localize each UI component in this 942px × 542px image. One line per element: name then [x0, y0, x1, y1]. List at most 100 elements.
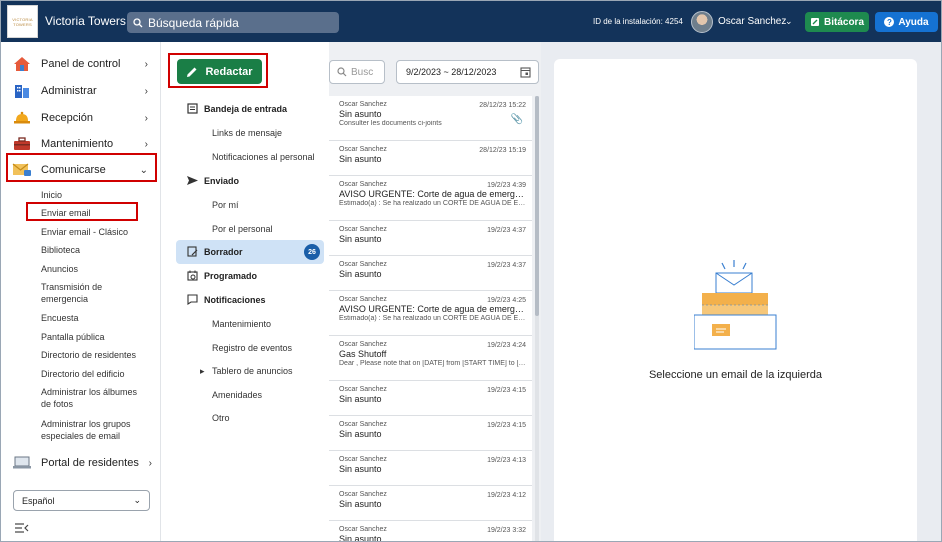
help-button[interactable]: ? Ayuda	[875, 12, 938, 32]
submenu-item-grupos-email[interactable]: Administrar los grupos especiales de ema…	[41, 418, 145, 442]
submenu-item-encuesta[interactable]: Encuesta	[41, 312, 151, 324]
email-subject: AVISO URGENTE: Corte de agua de emergenc…	[339, 304, 527, 314]
folder-notif-mantenimiento[interactable]: Mantenimiento	[212, 319, 271, 329]
search-icon	[133, 17, 143, 27]
folder-draft[interactable]: Borrador	[187, 246, 243, 257]
app-window: VICTORIA TOWERS Victoria Towers Búsqueda…	[0, 0, 942, 542]
chat-bubble-icon	[187, 294, 198, 305]
calendar-icon	[520, 67, 531, 78]
quick-search-input[interactable]: Búsqueda rápida	[127, 12, 339, 33]
date-range-picker[interactable]: 9/2/2023 ~ 28/12/2023	[396, 60, 539, 84]
email-date: 19/2/23 4:13	[487, 457, 526, 464]
email-list-item[interactable]: Oscar Sanchez 19/2/23 4:37 Sin asunto	[329, 256, 532, 291]
help-icon: ?	[884, 17, 895, 27]
submenu-item-biblioteca[interactable]: Biblioteca	[41, 244, 151, 256]
building-logo[interactable]: VICTORIA TOWERS	[7, 5, 38, 38]
building-icon	[11, 81, 33, 101]
folder-por-mi[interactable]: Por mí	[212, 200, 239, 210]
folder-notif-amenidades[interactable]: Amenidades	[212, 390, 262, 400]
sidebar-item-label: Mantenimiento	[41, 138, 114, 150]
language-select[interactable]: Español ⌄	[13, 490, 150, 511]
email-date: 19/2/23 4:37	[487, 227, 526, 234]
email-date: 19/2/23 4:24	[487, 342, 526, 349]
bitacora-label: Bitácora	[823, 16, 864, 28]
submenu-item-directorio-edificio[interactable]: Directorio del edificio	[41, 368, 151, 380]
folder-notif-registro-eventos[interactable]: Registro de eventos	[212, 343, 292, 353]
sidebar-item-administrar[interactable]: Administrar ›	[11, 79, 156, 103]
mail-folders: Redactar	[161, 42, 329, 541]
email-date: 28/12/23 15:22	[479, 102, 526, 109]
sidebar-item-recepcion[interactable]: Recepción ›	[11, 106, 156, 130]
logo-line-2: TOWERS	[13, 21, 32, 27]
submenu-item-transmision[interactable]: Transmisión de emergencia	[41, 281, 121, 305]
highlight-box-compose	[168, 53, 268, 88]
expand-arrow-icon[interactable]: ▸	[200, 366, 205, 377]
email-date: 19/2/23 4:15	[487, 387, 526, 394]
folder-links-mensaje[interactable]: Links de mensaje	[212, 128, 282, 138]
chevron-right-icon: ›	[148, 457, 152, 469]
folder-por-personal[interactable]: Por el personal	[212, 224, 273, 234]
bitacora-button[interactable]: Bitácora	[805, 12, 869, 32]
folder-label: Enviado	[204, 175, 240, 186]
email-list-item[interactable]: Oscar Sanchez 19/2/23 4:37 Sin asunto	[329, 221, 532, 256]
folder-sent[interactable]: Enviado	[187, 175, 239, 186]
email-list-item[interactable]: Oscar Sanchez 19/2/23 3:32 Sin asunto	[329, 521, 532, 542]
email-date: 28/12/23 15:19	[479, 147, 526, 154]
email-subject: Sin asunto	[339, 154, 382, 164]
toolbox-icon	[11, 134, 33, 154]
folder-inbox[interactable]: Bandeja de entrada	[187, 103, 287, 114]
submenu-item-enviar-email-clasico[interactable]: Enviar email - Clásico	[41, 226, 151, 238]
user-name[interactable]: Oscar Sanchez	[718, 16, 786, 27]
email-preview-text: Dear , Please note that on [DATE] from […	[339, 360, 527, 367]
search-icon	[337, 67, 347, 77]
empty-mailbox-illustration	[694, 260, 777, 350]
folder-notif-tablero-anuncios[interactable]: Tablero de anuncios	[212, 366, 293, 376]
email-list-item[interactable]: Oscar Sanchez 19/2/23 4:15 Sin asunto	[329, 416, 532, 451]
folder-scheduled[interactable]: Programado	[187, 270, 257, 281]
folder-notificaciones-personal[interactable]: Notificaciones al personal	[212, 152, 315, 162]
email-list-item[interactable]: Oscar Sanchez 19/2/23 4:12 Sin asunto	[329, 486, 532, 521]
draft-icon	[187, 246, 198, 257]
chevron-right-icon: ›	[144, 85, 148, 97]
language-value: Español	[22, 495, 55, 506]
email-list-item[interactable]: Oscar Sanchez 19/2/23 4:39 AVISO URGENTE: …	[329, 176, 532, 221]
chevron-down-icon[interactable]: ⌄	[785, 16, 793, 27]
paperclip-icon: 📎	[510, 114, 523, 125]
email-subject: Sin asunto	[339, 429, 382, 439]
email-list-item[interactable]: Oscar Sanchez 28/12/23 15:22 Sin asunto Con…	[329, 96, 532, 141]
email-list-item[interactable]: Oscar Sanchez 28/12/23 15:19 Sin asunto	[329, 141, 532, 176]
email-subject: Sin asunto	[339, 534, 382, 542]
sidebar-item-label: Administrar	[41, 85, 97, 97]
installation-id: ID de la instalación: 4254	[593, 17, 683, 26]
highlight-box-enviar-email	[26, 202, 138, 221]
draft-count-badge: 26	[304, 244, 320, 260]
help-label: Ayuda	[898, 16, 929, 28]
email-search-input[interactable]: Busc	[329, 60, 385, 84]
calendar-clock-icon	[187, 270, 198, 281]
email-date: 19/2/23 3:32	[487, 527, 526, 534]
empty-preview-message: Seleccione un email de la izquierda	[648, 369, 823, 381]
submenu-item-pantalla-publica[interactable]: Pantalla pública	[41, 331, 151, 343]
email-list-item[interactable]: Oscar Sanchez 19/2/23 4:13 Sin asunto	[329, 451, 532, 486]
folder-notifications[interactable]: Notificaciones	[187, 294, 266, 305]
user-avatar[interactable]	[691, 11, 713, 33]
submenu-item-directorio-residentes[interactable]: Directorio de residentes	[41, 349, 151, 361]
email-search-placeholder: Busc	[351, 66, 374, 78]
sidebar-item-label: Panel de control	[41, 58, 121, 70]
date-range-value: 9/2/2023 ~ 28/12/2023	[406, 67, 497, 77]
collapse-sidebar-icon[interactable]	[15, 520, 29, 538]
submenu-item-inicio[interactable]: Inicio	[41, 189, 151, 201]
email-list-item[interactable]: Oscar Sanchez 19/2/23 4:25 AVISO URGENTE: …	[329, 291, 532, 336]
email-date: 19/2/23 4:25	[487, 297, 526, 304]
sidebar-item-dashboard[interactable]: Panel de control ›	[11, 52, 156, 76]
folder-notif-otro[interactable]: Otro	[212, 413, 230, 423]
sidebar-item-portal-residentes[interactable]: Portal de residentes ›	[11, 451, 156, 475]
email-list-item[interactable]: Oscar Sanchez 19/2/23 4:24 Gas Shutoff Dear…	[329, 336, 532, 381]
submenu-item-anuncios[interactable]: Anuncios	[41, 263, 151, 275]
email-list-item[interactable]: Oscar Sanchez 19/2/23 4:15 Sin asunto	[329, 381, 532, 416]
sidebar-item-label: Recepción	[41, 112, 93, 124]
email-list: Oscar Sanchez 28/12/23 15:22 Sin asunto Con…	[329, 96, 537, 542]
building-name[interactable]: Victoria Towers	[45, 14, 126, 28]
submenu-item-albumes[interactable]: Administrar los álbumes de fotos	[41, 386, 149, 410]
email-list-scrollbar-thumb[interactable]	[535, 96, 539, 316]
